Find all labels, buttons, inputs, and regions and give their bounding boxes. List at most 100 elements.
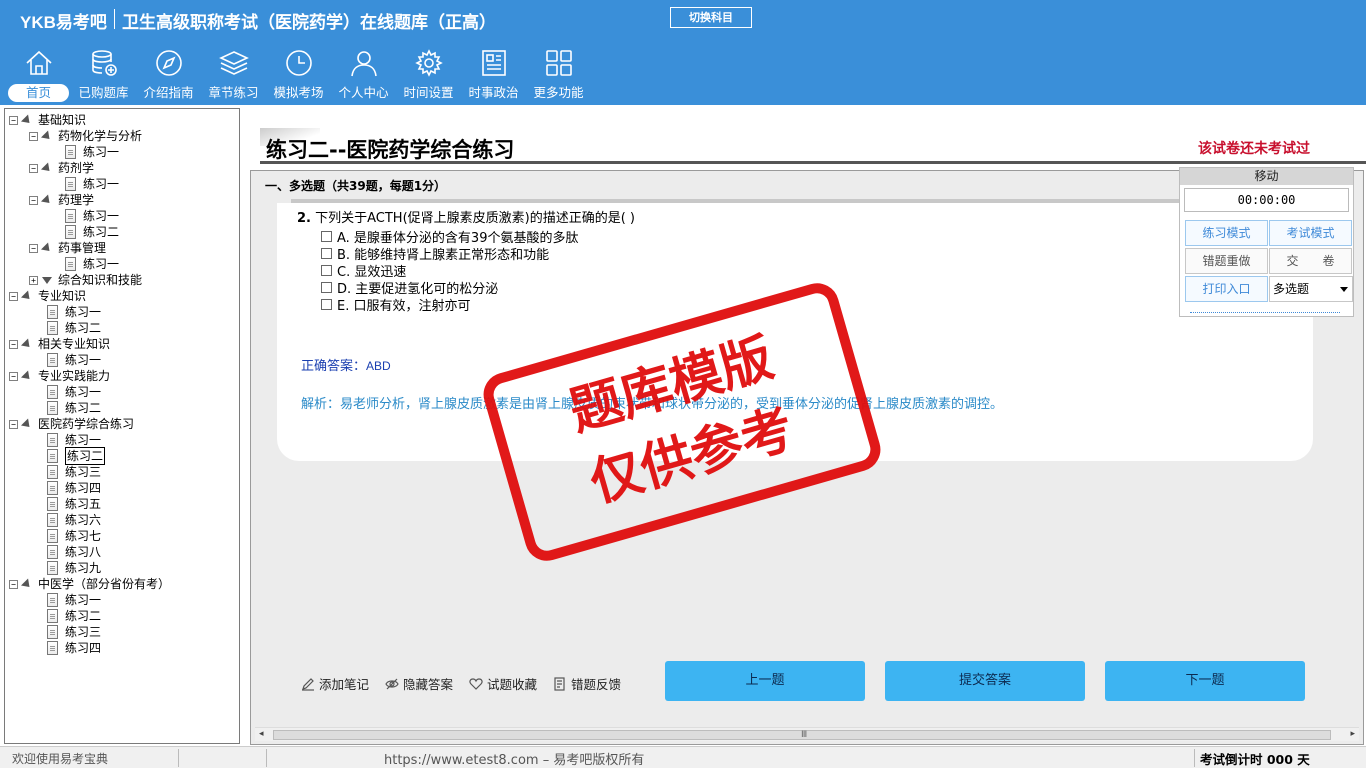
tree-leaf-item[interactable]: 练习八 [47,544,101,560]
tree-folder-item[interactable]: − 中医学（部分省份有考） [9,576,170,592]
collapse-icon[interactable]: − [29,195,38,205]
nav-news[interactable]: 时事政治 [461,48,526,104]
tree-leaf-item[interactable]: 练习二 [47,400,101,416]
collapse-icon[interactable]: − [29,243,38,253]
switch-subject-button[interactable]: 切换科目 [670,7,752,28]
scroll-left-icon[interactable]: ◂ [259,729,264,739]
tree-leaf-item[interactable]: 练习一 [47,432,101,448]
document-icon [47,641,58,655]
collapse-icon[interactable]: − [9,371,18,381]
tree-leaf-item[interactable]: 练习四 [47,480,101,496]
tree-leaf-item[interactable]: 练习二 [47,320,101,336]
tree-leaf-item[interactable]: 练习五 [47,496,101,512]
option-checkbox[interactable] [321,299,332,310]
tree-item-label: 练习二 [65,609,102,623]
tree-leaf-item[interactable]: 练习三 [47,624,101,640]
exam-mode-button[interactable]: 考试模式 [1269,220,1352,246]
tree-folder-item[interactable]: − 医院药学综合练习 [9,416,134,432]
tree-leaf-item[interactable]: 练习一 [47,384,101,400]
collapse-icon[interactable]: − [9,339,18,349]
favorite-button[interactable]: 试题收藏 [469,674,537,693]
option-e[interactable]: E. 口服有效，注射亦可 [321,295,470,314]
brand-divider [114,9,115,29]
collapse-icon[interactable]: − [29,163,38,173]
collapse-icon[interactable]: − [9,579,18,589]
option-checkbox[interactable] [321,265,332,276]
tree-leaf-item[interactable]: 练习一 [65,208,119,224]
tree-item-label: 综合知识和技能 [58,273,143,287]
option-checkbox[interactable] [321,248,332,259]
document-icon [65,177,76,191]
nav-guide[interactable]: 介绍指南 [136,48,201,104]
tree-folder-item[interactable]: − 相关专业知识 [9,336,110,352]
tree-leaf-item[interactable]: 练习二 [47,447,106,465]
option-checkbox[interactable] [321,282,332,293]
tree-leaf-item[interactable]: 练习二 [65,224,119,240]
tree-leaf-item[interactable]: 练习一 [47,304,101,320]
tree-folder-item[interactable]: − 药理学 [29,192,94,208]
next-question-button[interactable]: 下一题 [1105,661,1305,701]
tree-folder-item[interactable]: − 药物化学与分析 [29,128,142,144]
tree-leaf-item[interactable]: 练习七 [47,528,101,544]
tree-leaf-item[interactable]: 练习一 [47,352,101,368]
tree-leaf-item[interactable]: 练习六 [47,512,101,528]
nav-mock-exam[interactable]: 模拟考场 [266,48,331,104]
print-button[interactable]: 打印入口 [1185,276,1268,302]
scroll-grip-icon: Ⅲ [801,730,808,740]
error-feedback-button[interactable]: 错题反馈 [553,674,621,693]
tree-folder-item[interactable]: − 药事管理 [29,240,106,256]
tree-leaf-item[interactable]: 练习一 [65,256,119,272]
add-note-button[interactable]: 添加笔记 [301,674,369,693]
prev-question-button[interactable]: 上一题 [665,661,865,701]
tree-leaf-item[interactable]: 练习一 [65,176,119,192]
nav-chapter[interactable]: 章节练习 [201,48,266,104]
tree-item-label: 练习一 [65,305,102,319]
chapter-tree[interactable]: − 基础知识 − 药物化学与分析 练习一 − 药剂学 练习一 − 药理学 练习一 练习二 − 药事管理 练习… [4,108,240,744]
tree-leaf-item[interactable]: 练习二 [47,608,101,624]
horizontal-scrollbar[interactable]: ◂ Ⅲ ▸ [255,727,1359,741]
collapse-icon[interactable]: − [9,115,18,125]
redo-wrong-button[interactable]: 错题重做 [1185,248,1268,274]
hand-in-button[interactable]: 交 卷 [1269,248,1352,274]
status-separator [178,749,179,767]
panel-drag-handle[interactable]: 移动 [1180,168,1353,185]
collapse-icon[interactable]: − [9,291,18,301]
nav-more[interactable]: 更多功能 [526,48,591,104]
question-type-select[interactable]: 多选题 [1269,276,1353,302]
option-checkbox[interactable] [321,231,332,242]
folder-triangle-icon [20,417,34,431]
tree-item-label: 练习二 [65,401,102,415]
scrollbar-thumb[interactable]: Ⅲ [273,730,1331,740]
tree-leaf-item[interactable]: 练习四 [47,640,101,656]
floating-control-panel[interactable]: 移动 00:00:00 练习模式 考试模式 错题重做 交 卷 打印入口 多选题 [1179,167,1354,317]
tree-folder-item[interactable]: + 综合知识和技能 [29,272,142,288]
tree-item-label: 专业实践能力 [38,369,111,383]
tree-leaf-item[interactable]: 练习一 [65,144,119,160]
document-icon [47,545,58,559]
tree-folder-item[interactable]: − 基础知识 [9,112,86,128]
document-icon [47,449,58,463]
collapse-icon[interactable]: − [9,419,18,429]
hide-answer-button[interactable]: 隐藏答案 [385,674,453,693]
tree-item-label: 练习三 [65,625,102,639]
tree-item-label: 医院药学综合练习 [38,417,135,431]
tree-leaf-item[interactable]: 练习一 [47,592,101,608]
submit-answer-button[interactable]: 提交答案 [885,661,1085,701]
nav-profile[interactable]: 个人中心 [331,48,396,104]
practice-mode-button[interactable]: 练习模式 [1185,220,1268,246]
tree-folder-item[interactable]: − 药剂学 [29,160,94,176]
expand-icon[interactable]: + [29,275,38,285]
collapse-icon[interactable]: − [29,131,38,141]
tree-folder-item[interactable]: − 专业实践能力 [9,368,110,384]
elapsed-timer: 00:00:00 [1184,188,1349,212]
nav-home[interactable]: 首页 [6,48,71,104]
tree-leaf-item[interactable]: 练习三 [47,464,101,480]
scroll-right-icon[interactable]: ▸ [1350,729,1355,739]
nav-purchased[interactable]: 已购题库 [71,48,136,104]
tree-folder-item[interactable]: − 专业知识 [9,288,86,304]
clock-icon [285,50,312,76]
layers-icon [218,51,249,75]
nav-time-settings[interactable]: 时间设置 [396,48,461,104]
question-number: 2. [297,211,311,226]
tree-leaf-item[interactable]: 练习九 [47,560,101,576]
